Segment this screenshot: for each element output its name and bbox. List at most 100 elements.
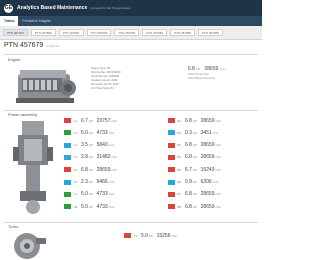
engine-specs: Engine Type: P4 Part Number: 84C212890 S… [91,67,121,91]
cylinder-position: R7 [177,192,181,197]
cylinder-value-number: 6.7 [185,166,192,173]
cylinder-position: R1 [177,118,181,123]
cylinder-rpm: 28659r/min [201,118,221,124]
cylinder-value: 5.0kW [81,191,93,197]
cylinder-rpm: 5843r/min [97,142,115,148]
cylinder-rpm-number: 6206 [200,179,212,185]
loco-tab[interactable]: PTN 457680 [30,29,56,36]
cylinder-position: R5 [177,167,181,172]
cylinder-rpm: 15249r/min [201,167,221,173]
cylinder-value: 5.0kW [81,130,93,136]
cylinder-rpm-unit: r/min [215,119,222,123]
power-assembly-row-right: R6 0.9kW 6206r/min [168,179,218,186]
status-badge [168,118,175,123]
cylinder-position: R2 [177,130,181,135]
cylinder-value: 6.8kW [185,142,197,148]
loco-tab[interactable]: PTN 457681 [58,29,84,36]
turbo-rpm-number: 15256 [156,232,171,239]
cylinder-value-number: 5.0 [81,129,88,136]
engine-divider [4,54,258,56]
status-badge [168,130,175,136]
cylinder-rpm-unit: r/min [108,193,115,197]
cylinder-value-unit: kW [88,119,93,123]
cylinder-rpm: 4733r/min [97,204,115,210]
power-assembly-row-left: L8 5.0kW 4733r/min [64,203,114,210]
nav-tab-trains[interactable]: Trains [0,16,19,26]
cylinder-position: R4 [177,155,181,160]
status-badge [64,154,71,160]
power-assembly-row-right: R5 6.7kW 15249r/min [168,166,221,173]
power-assembly-row-left: L1 6.7kW 23757r/min [64,117,117,124]
nav-tab-predictive-insights[interactable]: Predictive Insights [18,16,54,26]
cylinder-position: L5 [73,167,77,172]
cylinder-value-unit: kW [192,181,197,184]
cylinder-rpm-number: 28659 [200,154,215,161]
cylinder-rpm: 31482r/min [97,154,117,160]
power-assembly-image [13,121,53,214]
loco-tab[interactable]: PTN 457683 [114,29,140,36]
cylinder-rpm-number: 28659 [200,142,215,149]
cylinder-value: 2.3kW [81,179,93,185]
engine-reading: 6.8 kW 28659 r/min [188,66,226,72]
cylinder-rpm-unit: r/min [215,144,222,148]
cylinder-rpm: 4733r/min [97,191,115,197]
status-badge [168,179,175,185]
spec-line: O/C Type Code: D4 [91,87,114,90]
cylinder-rpm: 28659r/min [201,154,221,160]
power-assembly-row-left: L5 6.8kW 28659r/min [64,166,117,173]
loco-tab[interactable]: PTN 457686 [198,29,223,36]
cylinder-value-unit: kW [88,193,93,197]
cylinder-position: L3 [73,143,77,148]
cylinder-rpm: 28659r/min [97,167,117,173]
cylinder-value: 0.9kW [185,179,197,185]
cylinder-value: 6.7kW [185,167,197,173]
cylinder-rpm-number: 31482 [96,154,111,161]
loco-tab[interactable]: PTN 457679 [3,29,28,36]
cylinder-value: 6.7kW [81,118,93,124]
cylinder-rpm: 9466r/min [97,179,115,185]
cylinder-rpm: 4733r/min [97,130,115,136]
cylinder-position: R6 [177,180,181,184]
power-assembly-row-right: R4 6.8kW 28659r/min [168,154,221,161]
ge-logo-icon: GE [4,3,13,13]
status-badge [168,167,175,173]
status-badge [64,179,71,185]
turbo-rpm-unit: r/min [171,234,178,238]
power-assembly-row-left: L7 5.0kW 4733r/min [64,191,114,198]
loco-tab[interactable]: PTN 457682 [86,29,112,36]
page-title: PTN 457679 In Service [4,42,60,49]
status-badge [168,191,175,197]
cylinder-position: R8 [177,204,181,209]
cylinder-value: 6.8kW [185,118,197,124]
cylinder-value-unit: kW [192,144,197,148]
power-assembly-row-right: R1 6.8kW 28659r/min [168,117,221,124]
locomotive-tab-strip: PTN 457679 PTN 457680 PTN 457681 PTN 457… [0,26,262,40]
loco-tab[interactable]: PTN 457684 [142,29,168,36]
cylinder-rpm-unit: r/min [215,168,222,172]
cylinder-value-number: 6.8 [185,117,192,124]
cylinder-rpm-unit: r/min [212,131,219,135]
engine-notes: Notch 8 Load Test 2016 Wheel Comments [188,73,215,81]
status-badge [64,167,71,173]
cylinder-value-number: 6.8 [185,191,192,198]
cylinder-value: 0.3kW [185,130,197,136]
cylinder-rpm-unit: r/min [108,181,115,184]
cylinder-rpm-number: 28659 [200,117,215,124]
cylinder-value: 6.8kW [185,204,197,210]
engine-section-label: Engine [8,57,21,62]
cylinder-value-number: 6.8 [185,142,192,149]
cylinder-value-unit: kW [192,119,197,123]
locomotive-id: PTN 457679 [4,42,44,49]
cylinder-rpm-unit: r/min [111,119,118,123]
cylinder-value: 6.8kW [185,191,197,197]
cylinder-rpm-unit: r/min [215,205,222,209]
top-header-bar: GE Analytics Based Maintenance powered b… [0,0,262,16]
cylinder-rpm: 3451r/min [201,130,219,136]
engine-reading-rpm-unit: r/min [219,68,226,71]
cylinder-value-number: 0.3 [185,129,192,136]
cylinder-rpm-unit: r/min [111,168,118,172]
cylinder-rpm-number: 28659 [200,203,215,210]
loco-tab[interactable]: PTN 457685 [170,29,196,36]
cylinder-rpm-unit: r/min [212,181,219,184]
cylinder-value-number: 5.0 [81,203,88,210]
